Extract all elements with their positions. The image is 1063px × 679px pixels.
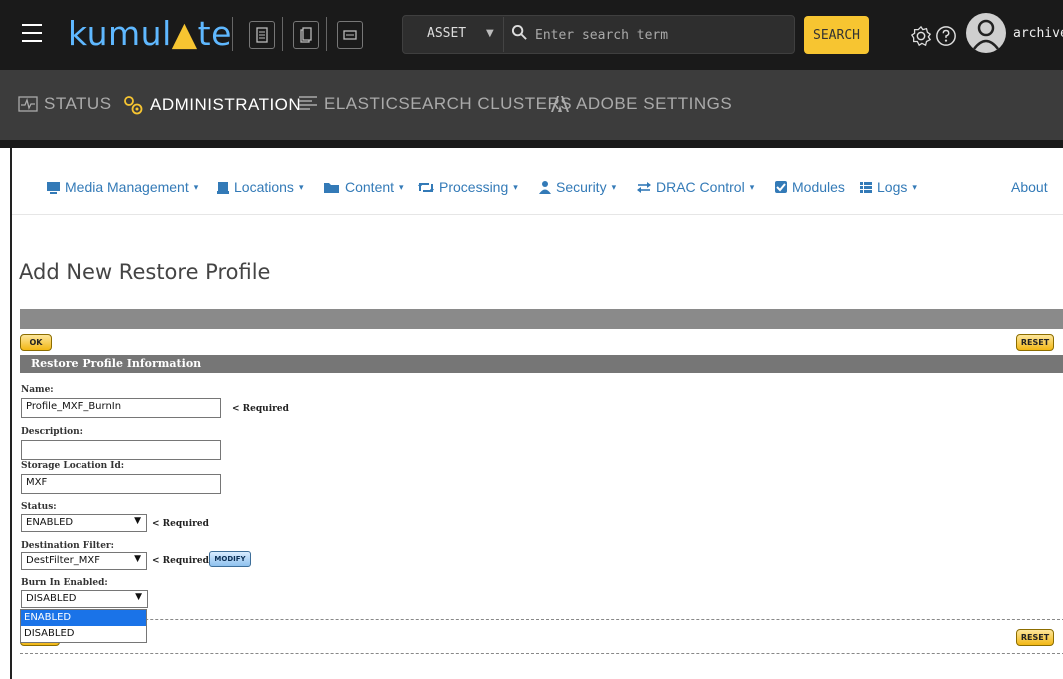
menu-processing[interactable]: Processing ▾: [417, 179, 518, 195]
required-note: < Required: [232, 404, 289, 414]
list-icon: [860, 181, 872, 193]
modify-button[interactable]: MODIFY: [209, 551, 251, 567]
storage-location-label: Storage Location Id:: [21, 461, 125, 471]
destination-filter-select[interactable]: DestFilter_MXF ▼: [21, 552, 147, 570]
reset-button[interactable]: RESET: [1016, 334, 1054, 351]
destination-filter-label: Destination Filter:: [21, 541, 114, 551]
top-bar: kumul▲te ASSET ▼ SEARCH archiver: [0, 0, 1063, 70]
toolbar-divider: [232, 17, 233, 51]
reset-button-bottom[interactable]: RESET: [1016, 629, 1054, 646]
keyboard-icon[interactable]: [337, 21, 363, 49]
server-icon[interactable]: [249, 21, 275, 49]
toolbar-divider: [282, 17, 283, 51]
title-bar: [20, 309, 1063, 329]
burn-in-dropdown: ENABLED DISABLED: [20, 609, 147, 643]
menu-content[interactable]: Content ▾: [323, 179, 404, 195]
chevron-down-icon: ▼: [134, 516, 141, 526]
search-icon: [511, 24, 527, 40]
status-select[interactable]: ENABLED ▼: [21, 514, 147, 532]
name-label: Name:: [21, 385, 54, 395]
hamburger-menu-icon[interactable]: [22, 24, 42, 46]
retweet-icon: [418, 182, 434, 192]
description-label: Description:: [21, 427, 83, 437]
burn-in-select[interactable]: DISABLED ▼: [21, 590, 148, 608]
nav-elasticsearch-clusters[interactable]: ELASTICSEARCH CLUSTERS: [298, 94, 572, 114]
divider: [20, 653, 1063, 654]
required-note: < Required: [152, 556, 209, 566]
avatar[interactable]: [966, 13, 1006, 53]
nav-adobe-settings[interactable]: ADOBE SETTINGS: [550, 94, 732, 114]
nav-status[interactable]: STATUS: [18, 94, 112, 114]
toolbar-divider: [326, 17, 327, 51]
chevron-down-icon[interactable]: ▼: [486, 28, 494, 39]
kumulate-logo[interactable]: kumul▲te: [68, 14, 232, 53]
username[interactable]: archiver: [1013, 26, 1063, 41]
gear-icon[interactable]: [910, 25, 932, 47]
adobe-icon: [551, 96, 569, 112]
swap-icon: [637, 182, 651, 193]
user-icon: [539, 181, 551, 194]
storage-location-field[interactable]: MXF: [21, 474, 221, 494]
menu-drac-control[interactable]: DRAC Control ▾: [636, 179, 754, 195]
ok-button[interactable]: OK: [20, 334, 52, 351]
required-note: < Required: [152, 519, 209, 529]
check-square-icon: [775, 181, 787, 193]
burn-in-label: Burn In Enabled:: [21, 578, 108, 588]
menu-about[interactable]: About: [1011, 179, 1048, 195]
hdd-icon: [217, 181, 229, 194]
menu-locations[interactable]: Locations ▾: [216, 179, 303, 195]
nav-administration[interactable]: ADMINISTRATION: [122, 94, 301, 116]
section-header: Restore Profile Information: [20, 355, 1063, 373]
documents-icon[interactable]: [293, 21, 319, 49]
search-bar: ASSET ▼: [402, 15, 795, 54]
list-icon: [299, 96, 317, 110]
help-icon[interactable]: [935, 25, 957, 47]
menu-security[interactable]: Security ▾: [538, 179, 616, 195]
pulse-icon: [18, 96, 38, 112]
folder-icon: [324, 182, 339, 193]
status-label: Status:: [21, 502, 57, 512]
chevron-down-icon: ▼: [135, 592, 142, 602]
content-area: Media Management ▾ Locations ▾ Content ▾ Pr…: [10, 148, 1063, 679]
page-title: Add New Restore Profile: [19, 260, 271, 284]
chevron-down-icon: ▼: [134, 554, 141, 564]
menu-modules[interactable]: Modules: [774, 179, 845, 195]
description-field[interactable]: [21, 440, 221, 460]
dropdown-option-disabled[interactable]: DISABLED: [21, 626, 146, 642]
admin-menu: Media Management ▾ Locations ▾ Content ▾ Pr…: [12, 148, 1063, 215]
divider: [20, 619, 1063, 620]
search-divider: [503, 17, 504, 52]
gears-icon: [124, 96, 143, 115]
main-nav: STATUS ADMINISTRATION ELASTICSEARCH CLUS…: [0, 70, 1063, 148]
menu-media-management[interactable]: Media Management ▾: [46, 179, 198, 195]
search-input[interactable]: [533, 22, 787, 48]
name-field[interactable]: Profile_MXF_BurnIn: [21, 398, 221, 418]
menu-logs[interactable]: Logs ▾: [859, 179, 917, 195]
monitor-icon: [47, 181, 60, 194]
search-scope-select[interactable]: ASSET: [427, 26, 466, 41]
search-button[interactable]: SEARCH: [804, 16, 869, 54]
dropdown-option-enabled[interactable]: ENABLED: [21, 610, 146, 626]
